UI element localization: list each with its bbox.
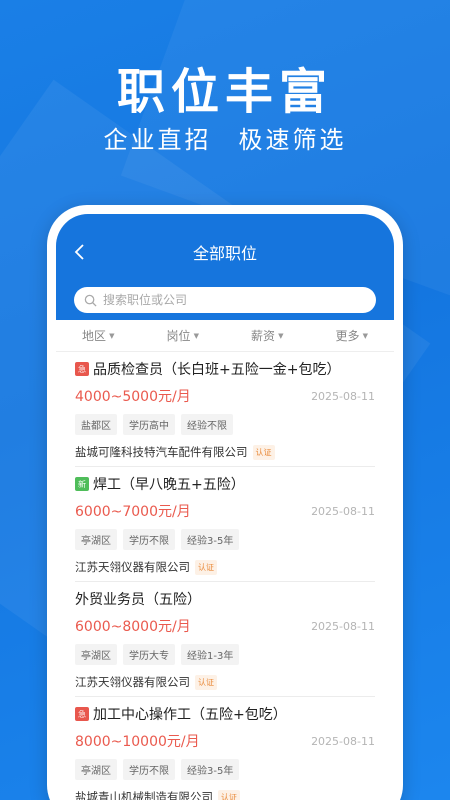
job-date: 2025-08-11 <box>311 619 375 633</box>
search-input[interactable] <box>103 293 353 307</box>
phone-frame: 全部职位 地区▼ 岗位▼ 薪资▼ 更多▼ <box>47 205 403 800</box>
job-title: 焊工（早八晚五+五险） <box>93 477 245 493</box>
job-chip-area: 盐都区 <box>75 414 117 435</box>
verified-badge: 认证 <box>195 674 217 690</box>
verified-badge: 认证 <box>252 444 275 460</box>
job-card[interactable]: 新 焊工（早八晚五+五险） 6000~7000元/月 2025-08-11 亭湖… <box>75 467 375 582</box>
job-chip-experience: 经验1-3年 <box>181 644 240 665</box>
job-chip-experience: 经验3-5年 <box>181 759 240 780</box>
job-chip-education: 学历大专 <box>123 644 175 665</box>
job-chip-education: 学历不限 <box>123 529 175 550</box>
hero-subtitle: 企业直招 极速筛选 <box>103 126 347 154</box>
page-title: 全部职位 <box>192 244 257 263</box>
job-title: 加工中心操作工（五险+包吃） <box>93 707 287 723</box>
caret-down-icon: ▼ <box>278 331 284 340</box>
caret-down-icon: ▼ <box>109 331 115 340</box>
company-name: 盐城可隆科技特汽车配件有限公司 <box>75 445 248 459</box>
job-date: 2025-08-11 <box>311 734 375 748</box>
job-title: 外贸业务员（五险） <box>75 592 201 608</box>
caret-down-icon: ▼ <box>193 331 199 340</box>
verified-badge: 认证 <box>218 789 240 800</box>
filter-label: 更多 <box>335 329 360 343</box>
job-date: 2025-08-11 <box>311 389 375 403</box>
job-date: 2025-08-11 <box>311 504 375 518</box>
new-tag-icon: 新 <box>75 477 89 491</box>
company-name: 江苏天翎仪器有限公司 <box>75 560 190 574</box>
job-chip-experience: 经验3-5年 <box>181 529 240 550</box>
job-salary: 4000~5000元/月 <box>75 389 191 405</box>
search-box[interactable] <box>74 287 376 313</box>
job-chip-experience: 经验不限 <box>181 414 233 435</box>
urgent-tag-icon: 急 <box>75 707 89 721</box>
job-card[interactable]: 急 品质检查员（长白班+五险一金+包吃） 4000~5000元/月 2025-0… <box>75 352 375 467</box>
app-screen: 全部职位 地区▼ 岗位▼ 薪资▼ 更多▼ <box>56 214 394 800</box>
verified-badge: 认证 <box>195 559 217 575</box>
job-chip-area: 亭湖区 <box>75 529 117 550</box>
filter-label: 岗位 <box>166 329 191 343</box>
filter-position[interactable]: 岗位 ▼ <box>167 327 199 344</box>
filter-label: 薪资 <box>251 329 276 343</box>
hero-title: 职位丰富 <box>116 64 333 120</box>
company-name: 江苏天翎仪器有限公司 <box>75 675 190 689</box>
job-salary: 6000~7000元/月 <box>75 504 191 520</box>
job-salary: 8000~10000元/月 <box>75 734 200 750</box>
filter-region[interactable]: 地区 ▼ <box>82 327 114 344</box>
app-header: 全部职位 <box>56 214 394 320</box>
job-chip-education: 学历高中 <box>123 414 175 435</box>
filter-label: 地区 <box>82 329 107 343</box>
urgent-tag-icon: 急 <box>75 362 89 376</box>
search-icon <box>84 294 97 307</box>
filter-bar: 地区 ▼ 岗位 ▼ 薪资 ▼ 更多 ▼ <box>56 320 394 352</box>
job-card[interactable]: 外贸业务员（五险） 6000~8000元/月 2025-08-11 亭湖区 学历… <box>75 582 375 697</box>
filter-more[interactable]: 更多 ▼ <box>336 327 368 344</box>
job-chip-area: 亭湖区 <box>75 644 117 665</box>
job-title: 品质检查员（长白班+五险一金+包吃） <box>93 362 341 378</box>
job-chip-area: 亭湖区 <box>75 759 117 780</box>
filter-salary[interactable]: 薪资 ▼ <box>251 327 283 344</box>
job-card[interactable]: 急 加工中心操作工（五险+包吃） 8000~10000元/月 2025-08-1… <box>75 697 375 800</box>
job-salary: 6000~8000元/月 <box>75 619 191 635</box>
job-chip-education: 学历不限 <box>123 759 175 780</box>
company-name: 盐城青山机械制造有限公司 <box>75 790 213 800</box>
caret-down-icon: ▼ <box>362 331 368 340</box>
